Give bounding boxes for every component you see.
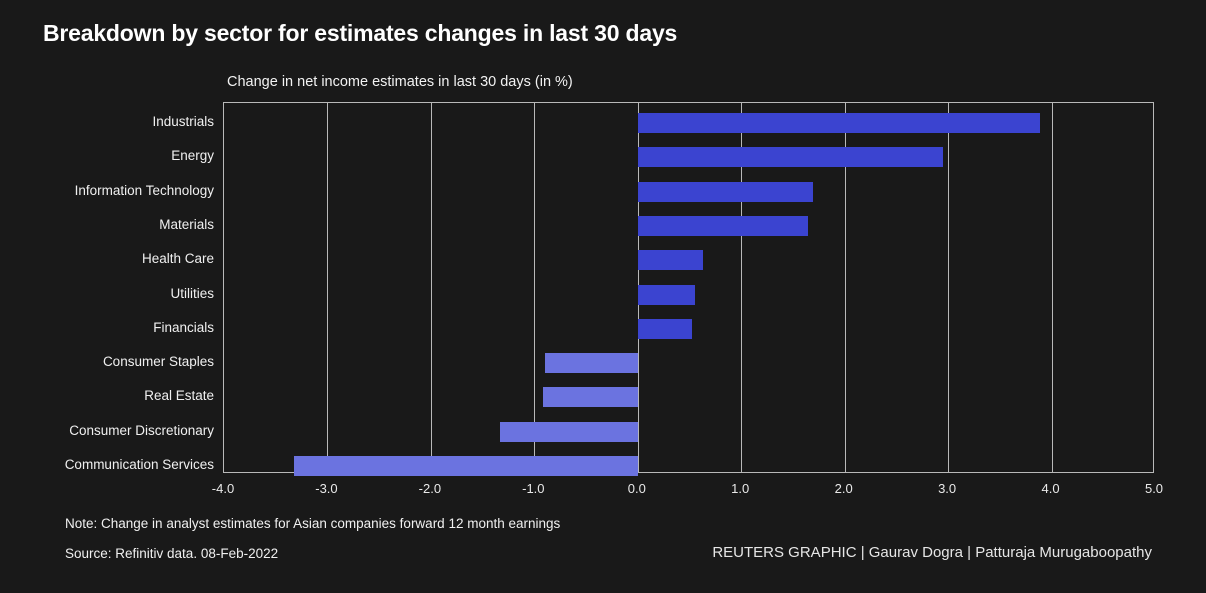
chart-note: Note: Change in analyst estimates for As…	[65, 516, 561, 531]
x-axis-tick-label: -3.0	[315, 481, 338, 496]
y-axis-tick-label: Energy	[171, 148, 214, 164]
y-axis-tick-label: Real Estate	[144, 388, 214, 404]
x-axis-tick-label: 3.0	[938, 481, 957, 496]
y-axis-tick-label: Utilities	[170, 285, 214, 301]
y-axis-tick-label: Health Care	[141, 251, 214, 267]
chart-credit: REUTERS GRAPHIC | Gaurav Dogra | Pattura…	[712, 544, 1152, 561]
x-axis-tick-label: 4.0	[1041, 481, 1060, 496]
x-axis-tick-label: 2.0	[834, 481, 853, 496]
y-axis-tick-label: Consumer Staples	[102, 354, 214, 370]
y-axis-tick-label: Materials	[159, 216, 214, 232]
chart-source: Source: Refinitiv data. 08-Feb-2022	[65, 546, 279, 561]
x-axis-tick-label: 5.0	[1144, 481, 1164, 496]
x-axis-tick-label: -2.0	[418, 481, 442, 496]
y-axis-tick-label: Financials	[153, 319, 214, 335]
y-axis-tick-label: Communication Services	[64, 457, 214, 472]
y-axis-tick-label: Information Technology	[74, 182, 214, 198]
y-axis-labels: Industrials Energy Information Technology M…	[0, 0, 1206, 593]
x-axis-tick-label: 1.0	[731, 481, 750, 496]
x-axis-tick-label: 0.0	[627, 481, 646, 496]
y-axis-tick-label: Industrials	[152, 114, 214, 129]
x-axis-tick-label: -1.0	[522, 481, 545, 496]
x-axis-tick-label: -4.0	[211, 481, 235, 496]
y-axis-tick-label: Consumer Discretionary	[69, 422, 214, 438]
chart-container: Breakdown by sector for estimates change…	[0, 0, 1206, 593]
